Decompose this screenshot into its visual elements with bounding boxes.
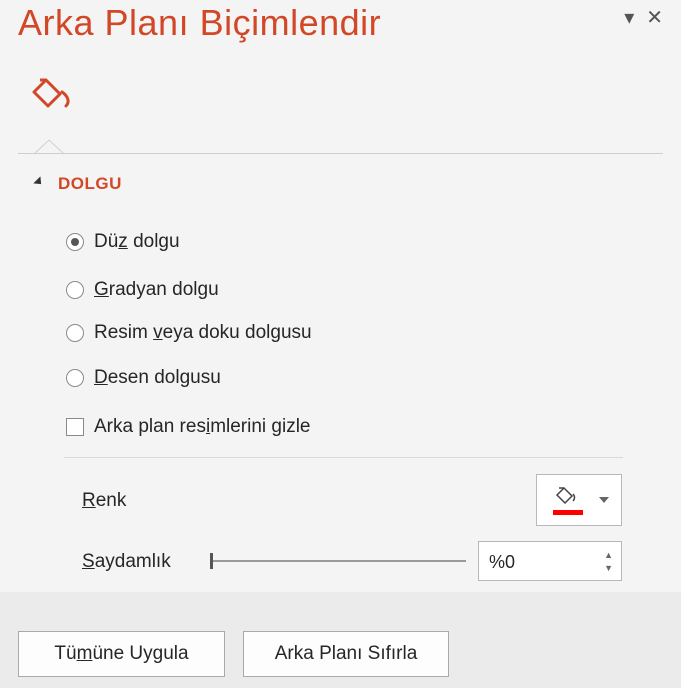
fill-tab-button[interactable] xyxy=(26,72,78,112)
format-background-pane: Arka Planı Biçimlendir ▾ ✕ DOLGU Düz dol… xyxy=(0,0,681,688)
picture-fill-option[interactable]: Resim veya doku dolgusu xyxy=(66,322,312,344)
tab-divider xyxy=(18,153,663,154)
fill-section-header[interactable]: DOLGU xyxy=(33,174,122,194)
pane-title: Arka Planı Biçimlendir xyxy=(18,2,382,43)
pattern-fill-label: Desen dolgusu xyxy=(94,367,221,388)
fill-color-button[interactable] xyxy=(536,474,622,526)
collapse-triangle-icon xyxy=(33,176,45,188)
pane-header-buttons: ▾ ✕ xyxy=(624,8,663,28)
gradient-fill-radio[interactable] xyxy=(66,281,84,299)
gradient-fill-option[interactable]: Gradyan dolgu xyxy=(66,279,219,301)
pattern-fill-radio[interactable] xyxy=(66,369,84,387)
spin-up-icon[interactable]: ▲ xyxy=(604,551,613,560)
paint-bucket-icon xyxy=(32,78,70,108)
transparency-label: Saydamlık xyxy=(82,551,171,572)
hide-background-graphics-label: Arka plan resimlerini gizle xyxy=(94,416,311,437)
reset-background-button[interactable]: Arka Planı Sıfırla xyxy=(243,631,449,677)
transparency-spinbox: ▲ ▼ xyxy=(478,541,622,581)
transparency-slider[interactable] xyxy=(210,553,466,569)
gradient-fill-label: Gradyan dolgu xyxy=(94,279,219,300)
options-divider xyxy=(64,457,623,458)
picture-fill-radio[interactable] xyxy=(66,324,84,342)
color-label: Renk xyxy=(82,490,127,511)
dropdown-arrow-icon xyxy=(599,497,609,503)
close-icon[interactable]: ✕ xyxy=(646,8,663,28)
pattern-fill-option[interactable]: Desen dolgusu xyxy=(66,367,221,389)
transparency-slider-thumb[interactable] xyxy=(210,553,213,569)
transparency-input[interactable] xyxy=(487,548,591,576)
spin-down-icon[interactable]: ▼ xyxy=(604,564,613,573)
solid-fill-radio[interactable] xyxy=(66,233,84,251)
fill-color-icon xyxy=(553,486,609,515)
solid-fill-option[interactable]: Düz dolgu xyxy=(66,231,180,253)
hide-background-graphics-option[interactable]: Arka plan resimlerini gizle xyxy=(66,416,311,438)
picture-fill-label: Resim veya doku dolgusu xyxy=(94,322,312,343)
task-pane-options-icon[interactable]: ▾ xyxy=(624,8,634,28)
apply-to-all-button[interactable]: Tü m üne Uygula xyxy=(18,631,225,677)
hide-background-graphics-checkbox[interactable] xyxy=(66,418,84,436)
solid-fill-label: Düz dolgu xyxy=(94,231,180,252)
section-title: DOLGU xyxy=(58,174,122,193)
